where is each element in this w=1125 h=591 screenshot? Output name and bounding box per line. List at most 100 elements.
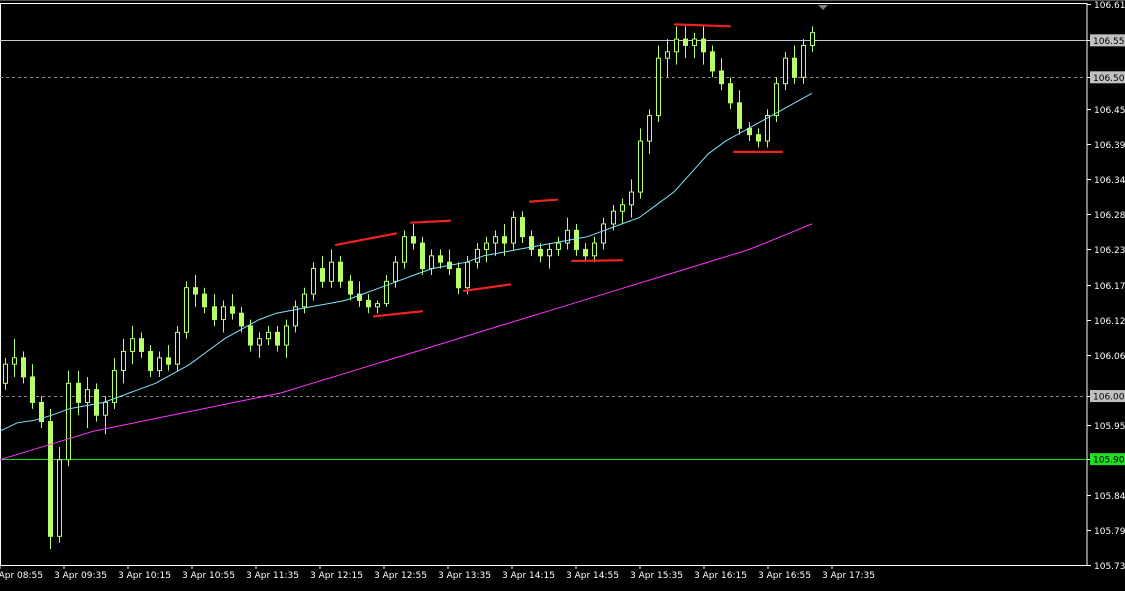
candle-body-59 [538, 248, 543, 257]
candle-body-77 [701, 38, 706, 53]
candle-body-26 [239, 312, 244, 327]
candle-body-54 [493, 236, 498, 244]
plot-frame [0, 3, 1088, 566]
candle-body-6 [57, 459, 62, 537]
candle-body-7 [66, 382, 71, 461]
candle-body-73 [665, 51, 670, 59]
candle-body-74 [674, 38, 679, 53]
x-tick-label-13: 3 Apr 17:35 [822, 571, 875, 581]
candle-body-81 [737, 102, 742, 129]
candle-body-18 [166, 357, 171, 365]
shift-marker-icon [818, 5, 828, 10]
candle-body-84 [765, 115, 770, 142]
chart-window[interactable]: 106.615 106.558 106.500 106.450 106.395 106.3… [0, 0, 1125, 591]
price-tag-label-3: 105.901 [1093, 456, 1125, 466]
x-tick-label-4: 3 Apr 11:35 [246, 571, 299, 581]
red-mark-0 [334, 232, 398, 247]
candle-body-11 [103, 401, 108, 416]
candle-body-14 [130, 338, 135, 352]
candle-body-3 [30, 376, 35, 403]
candle-body-38 [348, 280, 353, 295]
candle-body-36 [329, 261, 334, 282]
x-tick-label-10: 3 Apr 15:35 [630, 571, 683, 581]
candle-body-33 [302, 293, 307, 308]
candle-body-63 [574, 229, 579, 250]
candle-body-21 [193, 287, 198, 295]
candle-body-24 [221, 306, 226, 321]
y-tick-label-14: 105.845 [1094, 492, 1125, 502]
candle-body-25 [230, 306, 235, 314]
candle-body-72 [656, 57, 661, 117]
candle-body-71 [647, 115, 652, 142]
red-mark-5 [570, 259, 624, 263]
price-chart[interactable]: 106.615 106.558 106.500 106.450 106.395 106.3… [0, 0, 1125, 591]
red-mark-4 [528, 198, 559, 203]
candle-body-75 [683, 38, 688, 46]
candle-body-28 [257, 338, 262, 346]
candle-body-66 [601, 223, 606, 244]
candle-body-15 [139, 338, 144, 352]
x-tick-label-9: 3 Apr 14:55 [566, 571, 619, 581]
y-tick-label-6: 106.285 [1094, 211, 1125, 221]
candle-body-46 [420, 242, 425, 270]
candle-body-41 [375, 303, 380, 308]
candle-body-83 [756, 134, 761, 142]
candle-body-2 [21, 357, 26, 378]
y-tick-label-15: 105.790 [1094, 527, 1125, 537]
y-tick-label-16: 105.735 [1094, 562, 1125, 572]
candle-body-37 [338, 261, 343, 282]
candle-body-29 [266, 331, 271, 340]
y-tick-label-12: 105.955 [1094, 422, 1125, 432]
candle-body-19 [175, 331, 180, 365]
candle-body-79 [719, 70, 724, 85]
candle-body-56 [511, 217, 516, 244]
candle-body-57 [520, 217, 525, 238]
y-tick-label-5: 106.340 [1094, 176, 1125, 186]
candle-body-34 [311, 268, 316, 295]
candle-body-88 [801, 44, 806, 78]
candle-body-78 [710, 51, 715, 72]
y-tick-label-0: 106.615 [1094, 1, 1125, 11]
red-mark-6 [673, 23, 732, 28]
candle-body-40 [366, 299, 371, 308]
candle-body-20 [184, 287, 189, 333]
candle-body-64 [583, 248, 588, 257]
candle-body-22 [202, 293, 207, 308]
y-tick-label-8: 106.175 [1094, 282, 1125, 292]
red-mark-1 [372, 310, 424, 318]
y-tick-label-7: 106.230 [1094, 246, 1125, 256]
candle-body-70 [638, 140, 643, 193]
candle-body-89 [810, 32, 815, 46]
candle-body-65 [592, 242, 597, 257]
x-tick-label-5: 3 Apr 12:15 [310, 571, 363, 581]
candle-body-52 [475, 248, 480, 263]
x-tick-label-2: 3 Apr 10:15 [118, 571, 171, 581]
candle-body-76 [692, 38, 697, 46]
candle-body-30 [275, 331, 280, 346]
candle-body-8 [76, 382, 81, 403]
candle-body-82 [747, 127, 752, 136]
x-tick-label-12: 3 Apr 16:55 [758, 571, 811, 581]
y-tick-label-10: 106.065 [1094, 352, 1125, 362]
candle-body-80 [728, 83, 733, 104]
candle-body-17 [157, 357, 162, 372]
x-tick-label-11: 3 Apr 16:15 [694, 571, 747, 581]
red-mark-3 [462, 283, 512, 292]
candle-body-53 [484, 242, 489, 250]
y-tick-label-9: 106.120 [1094, 317, 1125, 327]
candle-body-9 [85, 389, 90, 403]
candle-body-50 [456, 268, 461, 289]
candle-body-16 [148, 350, 153, 372]
candle-body-51 [465, 261, 470, 289]
candle-body-23 [212, 306, 217, 321]
y-tick-label-3: 106.450 [1094, 106, 1125, 116]
x-tick-label-7: 3 Apr 13:35 [438, 571, 491, 581]
candle-body-0 [3, 363, 8, 384]
candle-body-69 [629, 191, 634, 206]
candle-body-87 [792, 57, 797, 78]
red-mark-2 [409, 219, 452, 224]
candle-body-5 [48, 421, 53, 537]
candle-body-45 [411, 236, 416, 244]
candle-body-55 [502, 236, 507, 244]
candle-body-43 [393, 261, 398, 282]
